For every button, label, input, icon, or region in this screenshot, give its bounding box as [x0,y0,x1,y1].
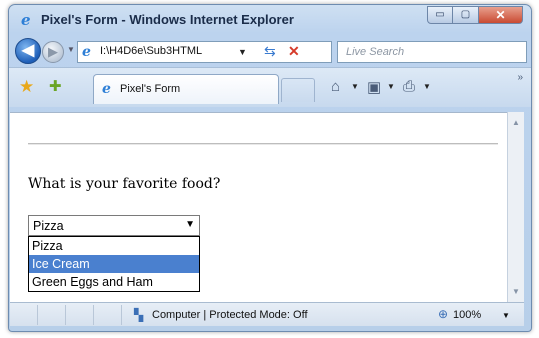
print-icon[interactable]: ⎙ [403,78,415,95]
status-bar: ▚ Computer | Protected Mode: Off ⊕ 100% … [10,302,524,326]
tab-label: Pixel's Form [120,83,181,95]
ie-logo-icon: e [21,11,31,29]
select-dropdown-icon[interactable]: ▼ [185,219,195,230]
back-button[interactable]: ◀ [15,38,41,64]
forward-button[interactable]: ▶ [42,41,64,63]
food-select[interactable]: Pizza ▼ [28,215,200,236]
search-box[interactable]: Live Search [337,41,527,63]
print-dropdown-icon[interactable]: ▼ [423,82,431,91]
horizontal-rule [28,143,498,145]
close-button[interactable]: ✕ [479,6,523,24]
stop-icon[interactable]: ✕ [288,43,300,60]
status-segment [66,305,94,325]
command-bar: ★ ✚ e Pixel's Form ⌂ ▼ ▣ ▼ ⎙ ▼ » [9,67,531,107]
ie-tab-icon: e [102,81,111,97]
ie-page-icon: e [82,44,91,60]
maximize-button[interactable]: ▢ [453,6,479,24]
option-green-eggs-and-ham[interactable]: Green Eggs and Ham [29,273,199,291]
refresh-icon[interactable]: ⇆ [264,43,276,60]
scroll-down-icon[interactable]: ▼ [512,287,520,296]
minimize-button[interactable]: ▭ [427,6,453,24]
recent-pages-dropdown-icon[interactable]: ▼ [67,45,75,54]
computer-zone-icon: ▚ [134,308,144,322]
scroll-up-icon[interactable]: ▲ [512,118,520,127]
food-dropdown-list: Pizza Ice Cream Green Eggs and Ham [28,236,200,292]
select-current-value: Pizza [33,219,64,233]
navigation-bar: ◀ ▶ ▼ e I:\H4D6e\Sub3HTML ▼ ⇆ ✕ Live Sea… [9,35,531,67]
status-segment [94,305,122,325]
status-segment [10,305,38,325]
search-placeholder[interactable]: Live Search [346,46,404,58]
vertical-scrollbar[interactable]: ▲ ▼ [507,112,524,302]
address-text[interactable]: I:\H4D6e\Sub3HTML [100,45,202,57]
add-favorites-icon[interactable]: ✚ [49,77,62,95]
address-dropdown-icon[interactable]: ▼ [238,47,247,57]
window-title: Pixel's Form - Windows Internet Explorer [41,12,294,27]
zoom-icon[interactable]: ⊕ [438,307,448,321]
title-bar[interactable]: e Pixel's Form - Windows Internet Explor… [9,5,531,35]
option-pizza[interactable]: Pizza [29,237,199,255]
tab-pixels-form[interactable]: e Pixel's Form [93,74,279,104]
feeds-icon[interactable]: ▣ [367,78,381,96]
zoom-dropdown-icon[interactable]: ▼ [502,311,510,320]
new-tab-button[interactable] [281,78,315,102]
more-tools-chevron-icon[interactable]: » [517,72,523,83]
home-icon[interactable]: ⌂ [331,78,340,95]
home-dropdown-icon[interactable]: ▼ [351,82,359,91]
caption-buttons: ▭ ▢ ✕ [427,6,523,24]
question-label: What is your favorite food? [28,176,221,192]
option-ice-cream[interactable]: Ice Cream [29,255,199,273]
address-bar[interactable]: e I:\H4D6e\Sub3HTML ▼ ⇆ ✕ [77,41,332,63]
status-segment [38,305,66,325]
feeds-dropdown-icon[interactable]: ▼ [387,82,395,91]
page-content: What is your favorite food? Pizza ▼ Pizz… [10,112,507,302]
security-zone-text[interactable]: Computer | Protected Mode: Off [152,309,308,321]
favorites-star-icon[interactable]: ★ [19,77,34,97]
zoom-level[interactable]: 100% [453,309,481,321]
